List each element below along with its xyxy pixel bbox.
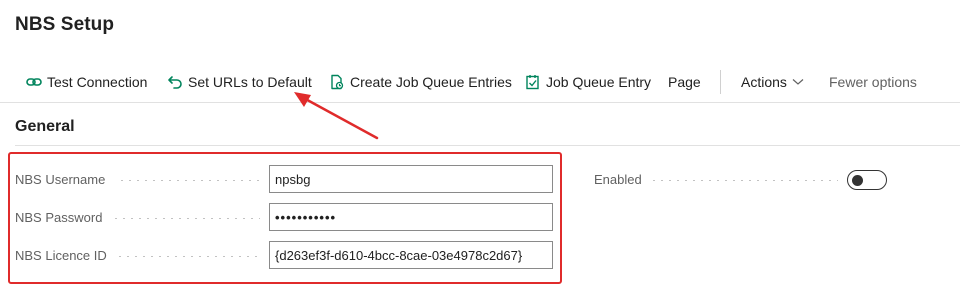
job-queue-entry-label: Job Queue Entry xyxy=(546,74,652,90)
create-job-queue-entries-label: Create Job Queue Entries xyxy=(350,74,512,90)
section-general-title[interactable]: General xyxy=(15,118,75,136)
enabled-toggle[interactable] xyxy=(847,170,887,190)
link-icon xyxy=(25,73,43,91)
nbs-username-label: NBS Username xyxy=(15,172,106,187)
job-queue-entry-button[interactable]: Job Queue Entry xyxy=(524,62,651,102)
section-divider xyxy=(15,145,960,146)
job-queue-entry-icon xyxy=(524,73,542,91)
test-connection-label: Test Connection xyxy=(47,74,148,90)
enabled-label: Enabled xyxy=(594,172,642,187)
field-dots xyxy=(118,180,260,181)
actions-menu[interactable]: Actions xyxy=(741,62,804,102)
create-job-queue-entries-button[interactable]: Create Job Queue Entries xyxy=(328,62,512,102)
undo-icon xyxy=(166,73,184,91)
set-urls-default-button[interactable]: Set URLs to Default xyxy=(166,62,312,102)
fewer-options-button[interactable]: Fewer options xyxy=(829,62,917,102)
page-title: NBS Setup xyxy=(15,14,115,35)
set-urls-default-label: Set URLs to Default xyxy=(188,74,312,90)
job-queue-create-icon xyxy=(328,73,346,91)
toggle-knob xyxy=(852,174,863,186)
fewer-options-label: Fewer options xyxy=(829,74,917,90)
page-menu-label: Page xyxy=(668,74,701,90)
action-divider xyxy=(720,70,721,94)
test-connection-button[interactable]: Test Connection xyxy=(25,62,147,102)
nbs-licence-id-input[interactable] xyxy=(269,241,553,269)
nbs-licence-id-label: NBS Licence ID xyxy=(15,248,107,263)
actions-menu-label: Actions xyxy=(741,74,787,90)
field-dots xyxy=(650,180,838,181)
action-bar: Test Connection Set URLs to Default Crea… xyxy=(0,62,960,103)
nbs-username-input[interactable] xyxy=(269,165,553,193)
chevron-down-icon xyxy=(792,78,804,86)
nbs-password-input[interactable] xyxy=(269,203,553,231)
nbs-password-label: NBS Password xyxy=(15,210,103,225)
page-menu[interactable]: Page xyxy=(668,62,701,102)
field-dots xyxy=(116,256,260,257)
field-dots xyxy=(112,218,260,219)
